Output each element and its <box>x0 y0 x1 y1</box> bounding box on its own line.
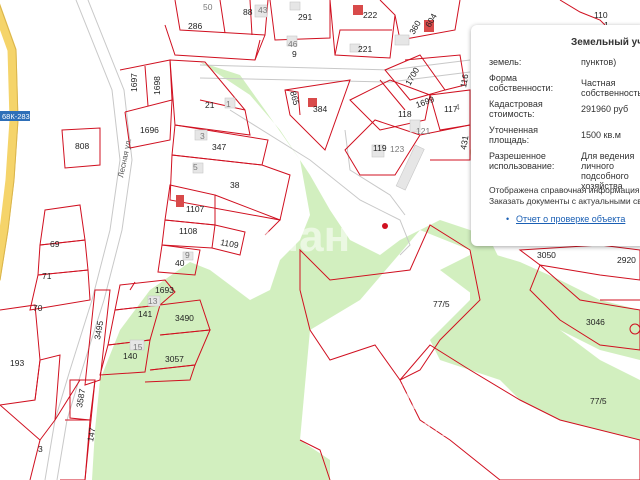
parcel-number: 1108 <box>179 226 198 236</box>
parcel-number: 70 <box>33 303 43 313</box>
parcel-number: 291 <box>298 12 312 22</box>
parcel-number: 4 <box>455 102 460 112</box>
row-label: Кадастровая стоимость: <box>489 99 543 119</box>
parcel-number: 123 <box>390 144 404 154</box>
row-label: земель: <box>489 57 522 67</box>
parcel-info-card[interactable]: Земельный участок земель: пунктов) Форма… <box>471 25 640 246</box>
highlight-building <box>353 5 363 15</box>
parcel-number: 71 <box>42 271 52 281</box>
parcel-number: 3046 <box>586 317 605 327</box>
parcel-number: 222 <box>363 10 377 20</box>
parcel-number: 141 <box>138 309 152 319</box>
parcel-number: 119 <box>373 143 387 153</box>
report-link[interactable]: Отчет о проверке объекта <box>516 214 625 224</box>
parcel-number: 2920 <box>617 255 636 265</box>
row-label: Разрешенное использование: <box>489 151 555 171</box>
bullet-icon: • <box>506 214 510 224</box>
parcel-number: 46 <box>288 39 298 49</box>
notice-line: Заказать документы с актуальными сведени… <box>489 196 640 206</box>
parcel-number: 3490 <box>175 313 194 323</box>
row-value: 291960 руб <box>581 104 629 114</box>
parcel-number: 50 <box>203 2 213 12</box>
parcel-number: 3050 <box>537 250 556 260</box>
parcel-number: 13 <box>148 296 158 306</box>
notice-line: Отображена справочная информация <box>489 185 640 195</box>
parcel-number: 9 <box>185 250 190 260</box>
parcel-number: 69 <box>50 239 60 249</box>
cadastral-map[interactable]: Лесная ул. 68К-283 50 88 43 286 291 222 … <box>0 0 640 480</box>
parcel-number: 3 <box>38 444 43 454</box>
watermark-id: ID 3216...21 <box>398 420 497 440</box>
parcel-number: 193 <box>10 358 24 368</box>
parcel-number: 1107 <box>186 204 205 214</box>
parcel-number: 118 <box>398 109 412 119</box>
parcel-number: 110 <box>594 10 608 20</box>
row-label: Форма собственности: <box>489 73 554 93</box>
parcel-number: 1697 <box>129 73 139 92</box>
parcel-number: 121 <box>416 126 430 136</box>
notice-text: Отображена справочная информация Заказат… <box>489 185 640 207</box>
parcel-number: 38 <box>230 180 240 190</box>
map-pin-icon[interactable] <box>382 223 388 229</box>
card-title: Земельный участок <box>571 37 640 48</box>
parcel-number: 140 <box>123 351 137 361</box>
parcel-number: 88 <box>243 7 253 17</box>
parcel-number: 77/5 <box>590 396 607 406</box>
parcel-number: 43 <box>258 5 268 15</box>
parcel-number: 221 <box>358 44 372 54</box>
parcel-number: 286 <box>188 21 202 31</box>
parcel-number: 77/5 <box>433 299 450 309</box>
parcel-number: 1698 <box>152 76 162 95</box>
parcel-number: 21 <box>205 100 215 110</box>
row-value: 1500 кв.м <box>581 130 621 140</box>
row-value: пунктов) <box>581 57 617 67</box>
parcel-number: 5 <box>193 162 198 172</box>
parcel-number: 384 <box>313 104 327 114</box>
parcel-number: 347 <box>212 142 226 152</box>
highlight-building <box>176 195 184 207</box>
watermark-brand: циан <box>365 367 475 419</box>
parcel-number: 1 <box>226 99 231 109</box>
parcel-number: 3 <box>200 131 205 141</box>
row-value: Частная собственность <box>581 78 640 98</box>
parcel-number: 808 <box>75 141 89 151</box>
highway-badge-text: 68К-283 <box>2 112 30 121</box>
parcel-number: 1696 <box>140 125 159 135</box>
parcel-number: 9 <box>292 49 297 59</box>
watermark-top: циан <box>245 212 351 261</box>
parcel-number: 3057 <box>165 354 184 364</box>
row-label: Уточненная площадь: <box>489 125 539 145</box>
parcel-number: 40 <box>175 258 185 268</box>
parcel-number: 1693 <box>155 285 174 295</box>
